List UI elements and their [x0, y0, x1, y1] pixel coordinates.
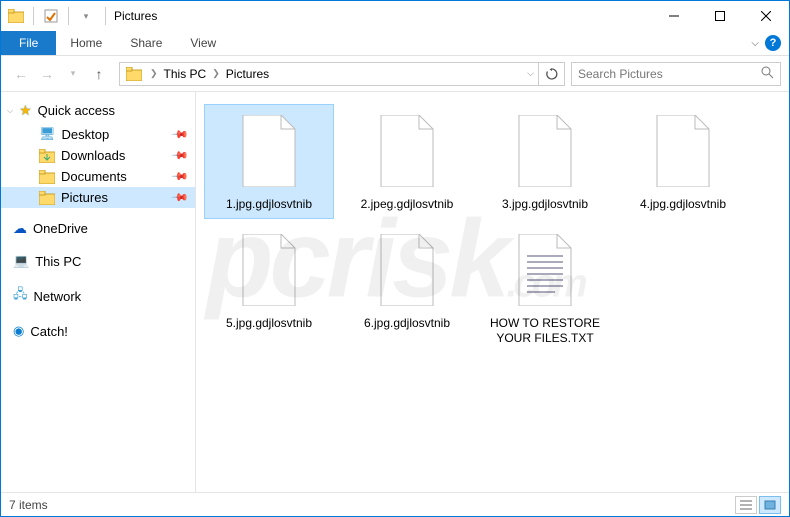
blank-file-icon [511, 111, 579, 191]
pin-icon: 📌 [171, 167, 190, 186]
sidebar-item-onedrive[interactable]: ☁ OneDrive [1, 216, 195, 241]
search-icon [761, 66, 774, 82]
sidebar-item-label: This PC [35, 254, 81, 269]
content-area: ⌵ ★ Quick access 🖥 Desktop 📌 Downloads 📌… [1, 92, 789, 492]
search-input[interactable]: Search Pictures [571, 62, 781, 86]
sidebar-item-documents[interactable]: Documents 📌 [1, 166, 195, 187]
pin-icon: 📌 [171, 188, 190, 207]
sidebar-item-label: Catch! [30, 324, 68, 339]
ribbon-collapse-icon[interactable]: ⌵ [751, 38, 759, 49]
file-item[interactable]: 6.jpg.gdjlosvtnib [342, 223, 472, 353]
blank-file-icon [235, 111, 303, 191]
separator [33, 7, 34, 25]
chevron-down-icon: ⌵ [7, 106, 13, 116]
folder-icon [39, 170, 55, 184]
text-file-icon [511, 230, 579, 310]
search-placeholder: Search Pictures [578, 67, 761, 81]
up-button[interactable]: ↑ [87, 62, 111, 86]
folder-icon [39, 191, 55, 205]
quick-access-toolbar: ▾ [1, 5, 101, 27]
address-dropdown-icon[interactable]: ⌵ [523, 63, 538, 85]
cloud-icon: ☁ [13, 220, 27, 237]
pc-icon: 💻 [13, 253, 29, 269]
sidebar-item-label: Downloads [61, 148, 125, 163]
folder-icon [39, 149, 55, 163]
nav-row: ← → ▾ ↑ ❯ This PC ❯ Pictures ⌵ Search Pi… [1, 56, 789, 92]
address-bar[interactable]: ❯ This PC ❯ Pictures ⌵ [119, 62, 565, 86]
sidebar-item-desktop[interactable]: 🖥 Desktop 📌 [1, 123, 195, 145]
file-item[interactable]: 5.jpg.gdjlosvtnib [204, 223, 334, 353]
large-icons-view-button[interactable] [759, 496, 781, 514]
sidebar-item-label: Network [34, 289, 82, 304]
tab-view[interactable]: View [176, 31, 230, 55]
maximize-button[interactable] [697, 1, 743, 31]
file-name: HOW TO RESTORE YOUR FILES.TXT [487, 316, 603, 346]
file-item[interactable]: 2.jpeg.gdjlosvtnib [342, 104, 472, 219]
file-name: 4.jpg.gdjlosvtnib [640, 197, 726, 212]
separator [68, 7, 69, 25]
tab-share[interactable]: Share [116, 31, 176, 55]
file-item[interactable]: 4.jpg.gdjlosvtnib [618, 104, 748, 219]
app-icon[interactable] [5, 5, 27, 27]
chevron-right-icon[interactable]: ❯ [148, 68, 160, 79]
blank-file-icon [373, 230, 441, 310]
minimize-button[interactable] [651, 1, 697, 31]
catch-icon: ◉ [13, 323, 24, 339]
explorer-window: ▾ Pictures File Home Share View ⌵ ? ← → … [0, 0, 790, 517]
refresh-button[interactable] [538, 63, 564, 85]
blank-file-icon [235, 230, 303, 310]
blank-file-icon [373, 111, 441, 191]
breadcrumb-segment[interactable]: This PC [160, 63, 211, 85]
file-name: 2.jpeg.gdjlosvtnib [361, 197, 454, 212]
ribbon: File Home Share View ⌵ ? [1, 31, 789, 56]
file-name: 6.jpg.gdjlosvtnib [364, 316, 450, 331]
recent-locations-icon[interactable]: ▾ [61, 62, 85, 86]
properties-icon[interactable] [40, 5, 62, 27]
pin-icon: 📌 [171, 125, 190, 144]
navigation-pane: ⌵ ★ Quick access 🖥 Desktop 📌 Downloads 📌… [1, 92, 196, 492]
details-view-button[interactable] [735, 496, 757, 514]
sidebar-item-label: OneDrive [33, 221, 88, 236]
file-name: 5.jpg.gdjlosvtnib [226, 316, 312, 331]
file-tab[interactable]: File [1, 31, 56, 55]
file-pane[interactable]: 1.jpg.gdjlosvtnib 2.jpeg.gdjlosvtnib 3.jpg… [196, 92, 789, 492]
chevron-right-icon[interactable]: ❯ [210, 68, 222, 79]
window-title: Pictures [110, 9, 157, 23]
breadcrumb-segment[interactable]: Pictures [222, 63, 273, 85]
status-bar: 7 items [1, 492, 789, 516]
forward-button[interactable]: → [35, 62, 59, 86]
pin-icon: 📌 [171, 146, 190, 165]
view-toggle-group [735, 496, 781, 514]
sidebar-item-downloads[interactable]: Downloads 📌 [1, 145, 195, 166]
help-icon[interactable]: ? [765, 35, 781, 51]
file-item[interactable]: HOW TO RESTORE YOUR FILES.TXT [480, 223, 610, 353]
close-button[interactable] [743, 1, 789, 31]
separator [105, 7, 106, 25]
sidebar-item-label: Pictures [61, 190, 108, 205]
back-button[interactable]: ← [9, 62, 33, 86]
sidebar-item-this-pc[interactable]: 💻 This PC [1, 249, 195, 273]
address-root-icon[interactable] [120, 63, 148, 85]
tab-home[interactable]: Home [56, 31, 116, 55]
file-item[interactable]: 3.jpg.gdjlosvtnib [480, 104, 610, 219]
file-name: 3.jpg.gdjlosvtnib [502, 197, 588, 212]
sidebar-label: Quick access [38, 103, 115, 118]
network-icon: 🖧 [13, 285, 28, 307]
sidebar-item-label: Documents [61, 169, 127, 184]
qat-dropdown-icon[interactable]: ▾ [75, 5, 97, 27]
sidebar-quick-access[interactable]: ⌵ ★ Quick access [1, 98, 195, 123]
desktop-icon: 🖥 [39, 126, 56, 142]
window-controls [651, 1, 789, 31]
status-count: 7 items [9, 498, 48, 512]
sidebar-item-pictures[interactable]: Pictures 📌 [1, 187, 195, 208]
titlebar: ▾ Pictures [1, 1, 789, 31]
file-name: 1.jpg.gdjlosvtnib [226, 197, 312, 212]
blank-file-icon [649, 111, 717, 191]
sidebar-item-catch[interactable]: ◉ Catch! [1, 319, 195, 343]
file-item[interactable]: 1.jpg.gdjlosvtnib [204, 104, 334, 219]
sidebar-item-network[interactable]: 🖧 Network [1, 281, 195, 311]
star-icon: ★ [19, 102, 32, 119]
sidebar-item-label: Desktop [62, 127, 110, 142]
